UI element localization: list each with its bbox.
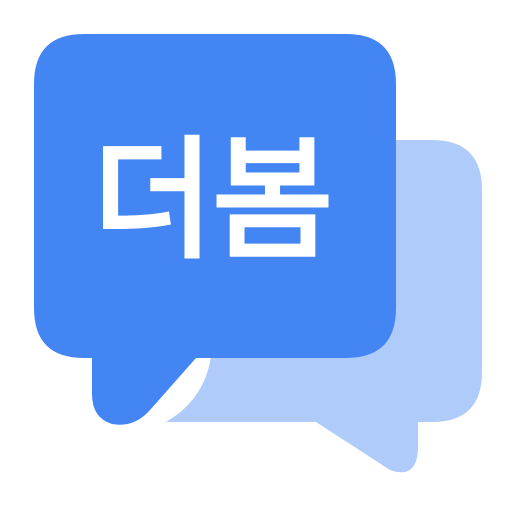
brand-text: 더봄 [93, 124, 332, 278]
app-icon: 더봄 [0, 0, 512, 512]
chat-bubbles-logo: 더봄 [34, 34, 482, 473]
